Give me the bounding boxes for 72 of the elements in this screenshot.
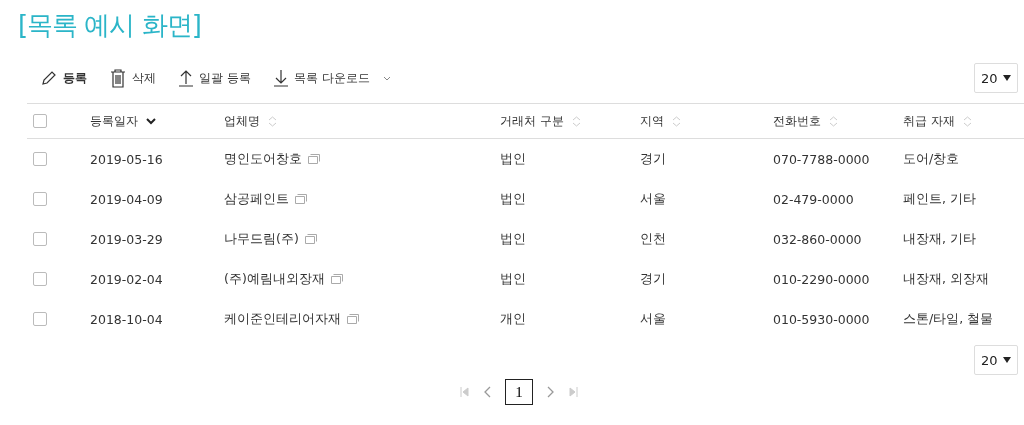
- column-header[interactable]: 전화번호: [773, 112, 821, 130]
- sort-descending-icon[interactable]: [146, 117, 156, 125]
- table-cell: 서울: [640, 190, 666, 208]
- previous-page-icon[interactable]: [483, 386, 491, 398]
- table-cell: 2018-10-04: [90, 311, 163, 327]
- upload-icon: [178, 69, 194, 87]
- table-cell: 내장재, 기타: [903, 230, 976, 248]
- chevron-down-icon: [382, 75, 391, 81]
- table-cell: 070-7788-0000: [773, 151, 870, 167]
- table-cell: 개인: [500, 310, 526, 328]
- page-size-select[interactable]: 20: [974, 63, 1018, 93]
- page-title: [목록 예시 화면]: [18, 9, 202, 42]
- sort-icon[interactable]: [962, 115, 972, 127]
- table-cell: 경기: [640, 270, 666, 288]
- table-cell: 페인트, 기타: [903, 190, 976, 208]
- table-cell: 010-5930-0000: [773, 311, 870, 327]
- new-window-icon[interactable]: [295, 194, 307, 204]
- sort-icon[interactable]: [571, 115, 581, 127]
- toolbar-button[interactable]: 삭제: [109, 68, 156, 88]
- pencil-icon: [40, 69, 58, 87]
- table-cell: 2019-03-29: [90, 231, 163, 247]
- table-cell: 법인: [500, 230, 526, 248]
- checkbox[interactable]: [33, 152, 47, 166]
- company-link[interactable]: 케이준인테리어자재: [224, 310, 341, 328]
- first-page-icon[interactable]: [460, 387, 469, 397]
- company-link[interactable]: 삼공페인트: [224, 190, 289, 208]
- table-cell: 2019-04-09: [90, 191, 163, 207]
- column-header[interactable]: 등록일자: [90, 112, 138, 130]
- toolbar-button[interactable]: 목록 다운로드: [272, 69, 391, 87]
- company-link[interactable]: 나무드림(주): [224, 230, 299, 248]
- toolbar-button[interactable]: 일괄 등록: [178, 69, 251, 87]
- sort-icon[interactable]: [672, 115, 681, 127]
- table-cell: 02-479-0000: [773, 191, 854, 207]
- column-header[interactable]: 취급 자재: [903, 112, 955, 130]
- table-cell: 법인: [500, 150, 526, 168]
- table-cell: 010-2290-0000: [773, 271, 870, 287]
- page-size-select[interactable]: 20: [974, 345, 1018, 375]
- table-cell: 도어/창호: [903, 150, 960, 168]
- new-window-icon[interactable]: [347, 314, 359, 324]
- table-cell: 인천: [640, 230, 666, 248]
- table-cell: 032-860-0000: [773, 231, 862, 247]
- table-cell: 경기: [640, 150, 666, 168]
- table-cell: 2019-02-04: [90, 271, 163, 287]
- dropdown-caret-icon: [1003, 75, 1011, 81]
- table-cell: 법인: [500, 270, 526, 288]
- table-cell: 법인: [500, 190, 526, 208]
- table-cell: 2019-05-16: [90, 151, 163, 167]
- download-icon: [272, 69, 289, 87]
- table-cell: 내장재, 외장재: [903, 270, 989, 288]
- last-page-icon[interactable]: [569, 387, 578, 397]
- sort-icon[interactable]: [268, 115, 277, 127]
- column-header[interactable]: 지역: [640, 112, 664, 130]
- table-cell: 서울: [640, 310, 666, 328]
- toolbar-button[interactable]: 등록: [40, 69, 87, 87]
- checkbox[interactable]: [33, 192, 47, 206]
- table-cell: 스톤/타일, 철물: [903, 310, 994, 328]
- trash-icon: [109, 68, 127, 88]
- new-window-icon[interactable]: [308, 154, 320, 164]
- new-window-icon[interactable]: [304, 234, 317, 244]
- checkbox[interactable]: [33, 272, 47, 286]
- checkbox[interactable]: [33, 312, 47, 326]
- sort-icon[interactable]: [829, 115, 838, 127]
- column-header[interactable]: 거래처 구분: [500, 112, 564, 130]
- column-header[interactable]: 업체명: [224, 112, 260, 130]
- company-link[interactable]: 명인도어창호: [224, 150, 302, 168]
- dropdown-caret-icon: [1003, 357, 1011, 363]
- new-window-icon[interactable]: [330, 274, 343, 284]
- checkbox[interactable]: [33, 114, 47, 128]
- next-page-icon[interactable]: [547, 386, 555, 398]
- page-number[interactable]: 1: [505, 379, 533, 405]
- checkbox[interactable]: [33, 232, 47, 246]
- company-link[interactable]: (주)예림내외장재: [224, 270, 325, 288]
